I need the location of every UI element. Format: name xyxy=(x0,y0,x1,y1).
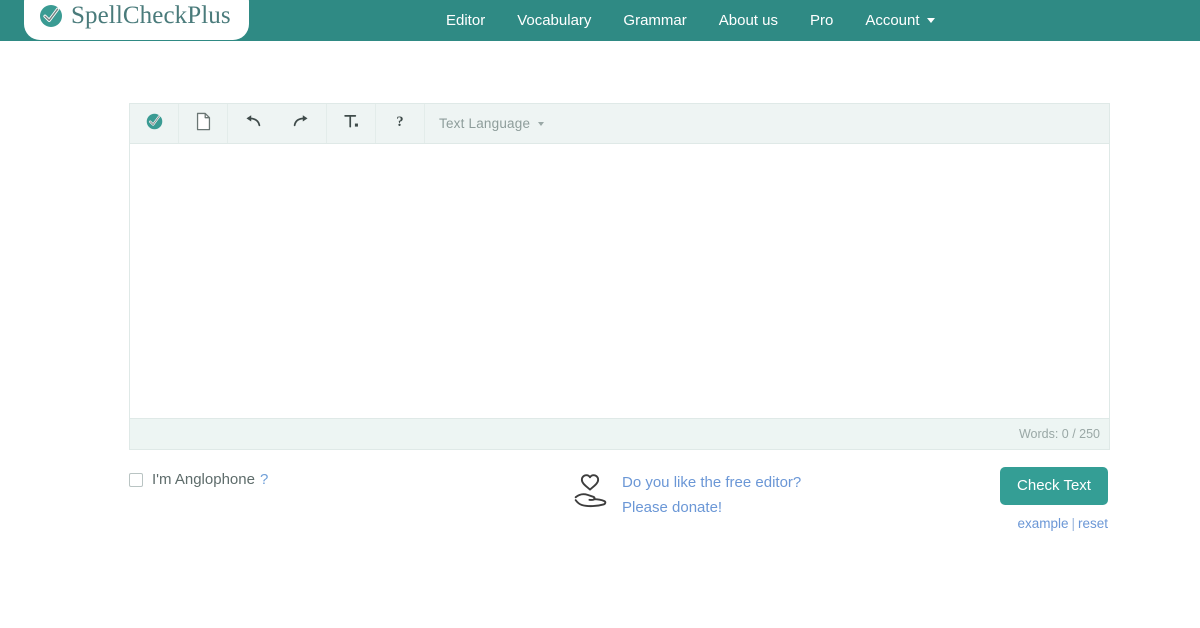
link-separator: | xyxy=(1071,516,1075,531)
text-language-dropdown[interactable]: Text Language xyxy=(425,104,558,143)
hand-holding-heart-icon xyxy=(568,470,612,514)
donate-block[interactable]: Do you like the free editor? Please dona… xyxy=(568,465,801,519)
nav-item-pro[interactable]: Pro xyxy=(794,0,849,41)
check-text-toolbar-button[interactable] xyxy=(130,104,179,143)
question-mark-icon: ? xyxy=(394,113,406,135)
clear-formatting-button[interactable] xyxy=(327,104,376,143)
donate-line-2[interactable]: Please donate! xyxy=(622,497,801,519)
main-navigation: Editor Vocabulary Grammar About us Pro A… xyxy=(430,0,951,41)
nav-item-about-us[interactable]: About us xyxy=(703,0,794,41)
donate-text: Do you like the free editor? Please dona… xyxy=(622,465,801,519)
anglophone-option[interactable]: I'm Anglophone ? xyxy=(129,471,268,488)
check-text-button[interactable]: Check Text xyxy=(1000,467,1108,505)
editor-footer: I'm Anglophone ? Do you like the free ed… xyxy=(0,455,1200,545)
anglophone-label: I'm Anglophone xyxy=(152,471,255,488)
text-input-area[interactable] xyxy=(129,144,1110,419)
check-circle-icon xyxy=(145,112,164,136)
site-header: SpellCheckPlus Editor Vocabulary Grammar… xyxy=(0,0,1200,41)
reset-link[interactable]: reset xyxy=(1078,516,1108,531)
anglophone-checkbox[interactable] xyxy=(129,472,143,487)
editor-panel: ? Text Language Words: 0 / 250 xyxy=(129,103,1110,450)
svg-text:?: ? xyxy=(396,113,403,129)
redo-arrow-icon xyxy=(292,114,311,133)
redo-button[interactable] xyxy=(277,104,326,143)
remove-formatting-icon xyxy=(343,113,360,135)
editor-toolbar: ? Text Language xyxy=(129,103,1110,144)
donate-line-1[interactable]: Do you like the free editor? xyxy=(622,472,801,494)
anglophone-help-icon[interactable]: ? xyxy=(260,471,268,488)
editor-actions: Check Text example | reset xyxy=(1000,467,1108,531)
undo-button[interactable] xyxy=(228,104,277,143)
brand-name: SpellCheckPlus xyxy=(71,2,231,29)
word-count: Words: 0 / 250 xyxy=(1018,427,1100,441)
editor-status-bar: Words: 0 / 250 xyxy=(129,419,1110,450)
undo-arrow-icon xyxy=(243,114,262,133)
secondary-links: example | reset xyxy=(1000,516,1108,531)
nav-item-grammar[interactable]: Grammar xyxy=(607,0,702,41)
new-document-button[interactable] xyxy=(179,104,228,143)
document-icon xyxy=(195,112,212,136)
undo-redo-group xyxy=(228,104,327,143)
text-language-label: Text Language xyxy=(439,116,531,131)
nav-item-editor[interactable]: Editor xyxy=(430,0,501,41)
caret-down-icon xyxy=(538,121,545,126)
nav-item-account[interactable]: Account xyxy=(849,0,950,41)
logo-badge[interactable]: SpellCheckPlus xyxy=(24,0,249,40)
help-button[interactable]: ? xyxy=(376,104,425,143)
nav-item-vocabulary[interactable]: Vocabulary xyxy=(501,0,607,41)
check-circle-icon xyxy=(38,3,64,29)
example-link[interactable]: example xyxy=(1017,516,1068,531)
